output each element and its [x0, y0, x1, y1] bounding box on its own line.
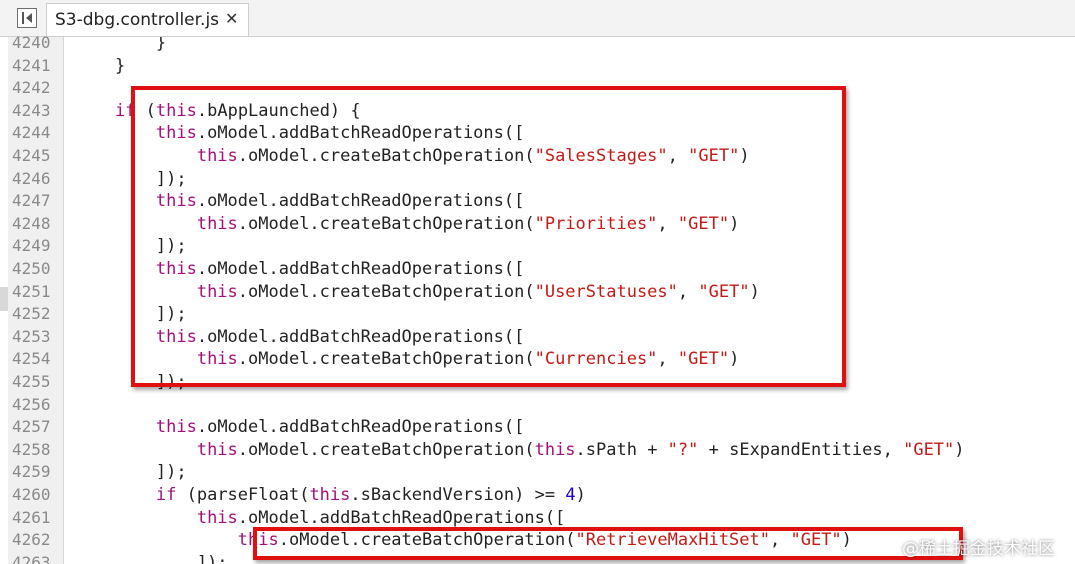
line-number[interactable]: 4247 [10, 190, 64, 213]
watermark: @稀土掘金技术社区 [902, 539, 1055, 559]
line-number[interactable]: 4258 [10, 439, 64, 462]
file-tab[interactable]: S3-dbg.controller.js ✕ [46, 3, 249, 36]
code-line[interactable]: } [74, 37, 166, 55]
line-number[interactable]: 4248 [10, 213, 64, 236]
code-text: } [74, 37, 167, 53]
line-number[interactable]: 4252 [10, 303, 64, 326]
code-text: .sBackendVersion) >= [350, 485, 566, 505]
code-string: "?" [667, 439, 699, 460]
line-number[interactable]: 4242 [10, 77, 64, 100]
panel-edge-marker [0, 287, 8, 311]
left-panel-edge [0, 37, 8, 564]
code-text: + sExpandEntities, [698, 439, 904, 460]
code-text: .oModel.createBatchOperation( [237, 439, 535, 460]
line-number-gutter: 4240 4241 4242 4243 4244 4245 4246 4247 4248 4249… [8, 33, 64, 564]
code-number: 4 [565, 485, 576, 505]
code-line[interactable]: this.oModel.addBatchReadOperations([ [74, 416, 524, 439]
line-number[interactable]: 4245 [10, 145, 64, 168]
code-text: } [74, 55, 126, 76]
code-text: .oModel.addBatchReadOperations([ [196, 417, 525, 438]
code-string: "GET" [903, 439, 955, 460]
line-number[interactable]: 4255 [10, 371, 64, 394]
code-text: .oModel.addBatchReadOperations([ [237, 507, 566, 528]
line-number[interactable]: 4249 [10, 235, 64, 258]
highlight-box-batch-operations [131, 86, 846, 387]
line-number[interactable]: 4251 [10, 281, 64, 304]
code-text: ]); [74, 462, 187, 483]
line-number[interactable]: 4260 [10, 484, 64, 507]
close-tab-icon[interactable]: ✕ [225, 9, 238, 28]
code-keyword: this [155, 417, 197, 438]
code-keyword: this [534, 439, 576, 460]
highlight-box-retrieve-max-hit-set [253, 527, 963, 560]
code-text: ]); [74, 552, 228, 564]
code-keyword: this [309, 485, 351, 505]
code-line[interactable]: this.oModel.addBatchReadOperations([ [74, 507, 565, 530]
line-number[interactable]: 4241 [10, 55, 64, 78]
code-text: ) [954, 439, 965, 460]
line-number[interactable]: 4263 [10, 552, 64, 564]
code-line[interactable]: ]); [74, 461, 187, 484]
code-line[interactable]: ]); [74, 552, 228, 564]
line-number[interactable]: 4261 [10, 507, 64, 530]
line-number[interactable]: 4256 [10, 394, 64, 417]
editor-tab-bar: S3-dbg.controller.js ✕ [0, 0, 1075, 37]
file-tab-label: S3-dbg.controller.js [55, 10, 220, 30]
toggle-navigator-icon[interactable] [17, 8, 37, 28]
code-keyword: this [196, 439, 238, 460]
line-number[interactable]: 4259 [10, 461, 64, 484]
code-line[interactable]: this.oModel.createBatchOperation(this.sP… [74, 439, 965, 462]
line-number[interactable]: 4244 [10, 122, 64, 145]
line-number[interactable]: 4243 [10, 100, 64, 123]
code-text: .sPath + [575, 439, 668, 460]
code-line[interactable]: if (parseFloat(this.sBackendVersion) >= … [74, 484, 586, 507]
line-number[interactable]: 4262 [10, 529, 64, 552]
code-keyword: if [155, 485, 177, 505]
code-keyword: this [196, 507, 238, 528]
line-number[interactable]: 4254 [10, 348, 64, 371]
line-number[interactable]: 4253 [10, 326, 64, 349]
code-text: ) [575, 485, 586, 505]
line-number[interactable]: 4257 [10, 416, 64, 439]
code-line[interactable]: } [74, 55, 125, 78]
code-text: (parseFloat( [176, 485, 310, 505]
line-number[interactable]: 4246 [10, 168, 64, 191]
line-number[interactable]: 4250 [10, 258, 64, 281]
line-number[interactable]: 4240 [10, 32, 64, 55]
